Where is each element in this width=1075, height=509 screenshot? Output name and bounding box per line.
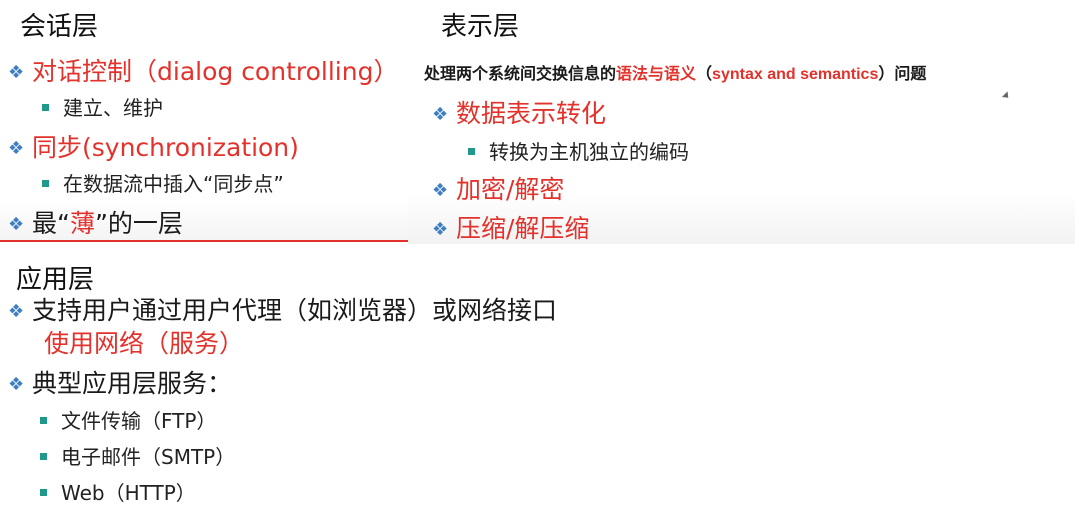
presentation-item-data-conversion: ❖ 数据表示转化: [432, 98, 606, 131]
presentation-item-text: 数据表示转化: [456, 99, 607, 128]
diamond-icon: ❖: [432, 219, 449, 240]
application-item-text: 支持用户通过用户代理（如浏览器）或网络接口: [32, 296, 558, 325]
application-subitem-ftp: 文件传输（FTP）: [40, 408, 216, 434]
subtitle-emphasis: 语法与语义: [616, 64, 697, 83]
square-bullet-icon: [40, 453, 47, 460]
presentation-item-compression: ❖ 压缩/解压缩: [432, 213, 589, 246]
application-item-text: 使用网络（服务）: [44, 329, 245, 358]
presentation-subtitle: 处理两个系统间交换信息的语法与语义（syntax and semantics）问…: [424, 60, 926, 84]
session-item-thinnest: ❖ 最“薄”的一层: [8, 208, 183, 241]
application-subitem-text: 电子邮件（SMTP）: [61, 445, 236, 469]
application-subitem-smtp: 电子邮件（SMTP）: [40, 444, 235, 470]
session-item-dialog-control: ❖ 对话控制（dialog controlling）: [8, 56, 398, 89]
presentation-subitem-text: 转换为主机独立的编码: [489, 140, 689, 164]
diamond-icon: ❖: [8, 62, 25, 83]
session-item-text-part: 最“: [32, 209, 70, 238]
session-item-text: 同步(synchronization): [32, 133, 299, 162]
application-layer-heading: 应用层: [16, 265, 95, 295]
session-subitem-text: 建立、维护: [63, 96, 163, 120]
session-subitem-establish: 建立、维护: [42, 95, 163, 121]
subtitle-emphasis-en: syntax and semantics: [712, 66, 879, 83]
presentation-item-text: 压缩/解压缩: [456, 214, 590, 243]
session-item-synchronization: ❖ 同步(synchronization): [8, 132, 299, 165]
presentation-subitem-encoding: 转换为主机独立的编码: [468, 139, 689, 165]
application-subitem-web: Web（HTTP）: [40, 480, 196, 506]
subtitle-part: （: [696, 64, 713, 83]
diamond-icon: ❖: [432, 180, 449, 201]
square-bullet-icon: [42, 180, 49, 187]
square-bullet-icon: [40, 417, 47, 424]
subtitle-part: 处理两个系统间交换信息的: [424, 64, 617, 83]
session-item-text-emphasis: 薄: [69, 209, 95, 238]
session-subitem-sync-point: 在数据流中插入“同步点”: [42, 171, 284, 197]
square-bullet-icon: [42, 104, 49, 111]
session-item-text-part: ”的一层: [94, 209, 183, 238]
application-item-use-network: 使用网络（服务）: [44, 328, 244, 360]
square-bullet-icon: [40, 489, 47, 496]
diamond-icon: ❖: [8, 301, 25, 322]
presentation-item-encryption: ❖ 加密/解密: [432, 174, 564, 207]
diamond-icon: ❖: [432, 104, 449, 125]
diamond-icon: ❖: [8, 138, 25, 159]
diamond-icon: ❖: [8, 374, 25, 395]
application-item-text: 典型应用层服务：: [32, 369, 233, 398]
subtitle-part: ）问题: [878, 64, 927, 83]
application-subitem-text: 文件传输（FTP）: [61, 409, 217, 433]
session-item-text: 对话控制（dialog controlling）: [32, 57, 399, 86]
application-subitem-text: Web（HTTP）: [61, 481, 196, 505]
application-item-typical-services: ❖ 典型应用层服务：: [8, 368, 232, 401]
session-layer-heading: 会话层: [20, 12, 99, 42]
application-item-user-agent: ❖ 支持用户通过用户代理（如浏览器）或网络接口: [8, 295, 557, 328]
session-subitem-text: 在数据流中插入“同步点”: [63, 172, 284, 196]
diamond-icon: ❖: [8, 214, 25, 235]
presentation-layer-heading: 表示层: [441, 12, 520, 42]
square-bullet-icon: [468, 148, 475, 155]
presentation-item-text: 加密/解密: [456, 175, 565, 204]
